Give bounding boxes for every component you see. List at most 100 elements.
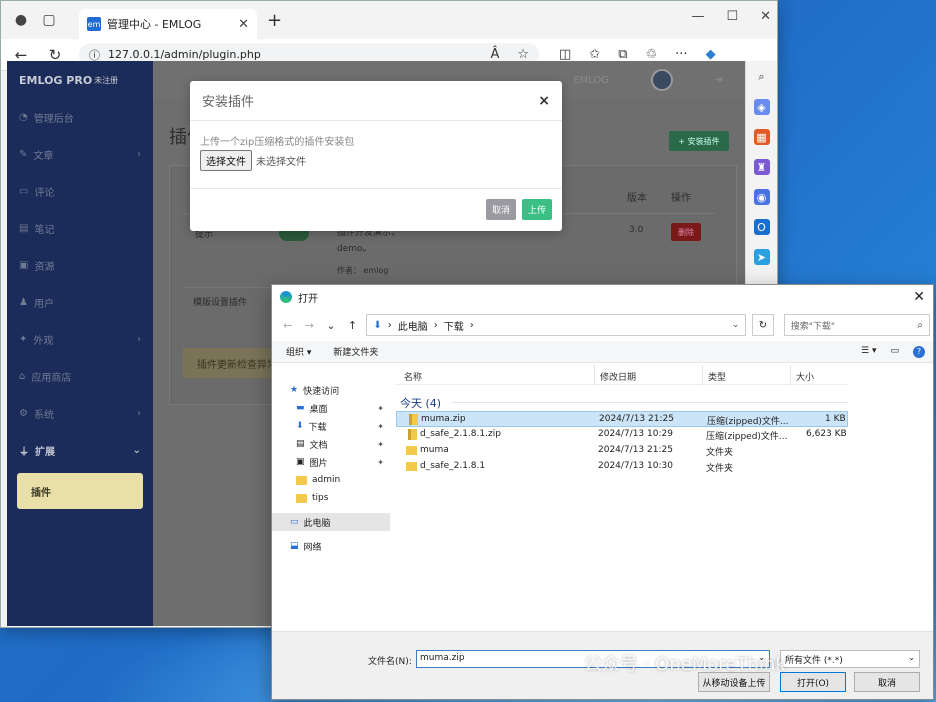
sidebar-item-notes[interactable]: ▤ 笔记 [7, 210, 153, 247]
cancel-button[interactable]: 取消 [485, 199, 516, 220]
group-header[interactable]: 今天 (4) [396, 391, 848, 411]
extensions-icon[interactable]: ♲ [646, 47, 658, 62]
upload-button[interactable]: 上传 [521, 199, 552, 220]
maximize-icon[interactable]: ☐ [726, 9, 738, 24]
nav-desktop[interactable]: ▬ 桌面 ✦ [272, 399, 390, 417]
new-tab-icon[interactable]: + [267, 10, 282, 31]
sidebar-item-users[interactable]: ♟ 用户 [7, 284, 153, 321]
chevron-down-icon[interactable]: ⌄ [732, 320, 740, 330]
back-icon[interactable]: ← [280, 319, 296, 332]
sidebar-label: 应用商店 [31, 373, 72, 384]
url-text[interactable]: 127.0.0.1/admin/plugin.php [108, 48, 482, 61]
nav-admin[interactable]: admin [272, 471, 390, 489]
file-size: 1 KB [825, 414, 846, 424]
organize-button[interactable]: 组织 ▾ [286, 345, 311, 358]
brand-tag: 未注册 [94, 75, 119, 85]
nav-tips[interactable]: tips [272, 489, 390, 507]
avatar[interactable] [651, 69, 673, 91]
close-window-icon[interactable]: ✕ [760, 9, 771, 24]
minimize-icon[interactable]: — [691, 9, 704, 24]
preview-pane-icon[interactable]: ▭ [890, 346, 899, 358]
outlook-icon[interactable]: O [753, 219, 770, 235]
appearance-icon: ✦ [19, 334, 28, 345]
send-icon[interactable]: ➤ [753, 249, 770, 265]
file-row[interactable]: muma.zip 2024/7/13 21:25 压缩(zipped)文件...… [396, 411, 848, 427]
picture-icon: ▣ [296, 457, 305, 467]
logout-icon[interactable]: ⇥ [714, 73, 723, 86]
install-plugin-button[interactable]: + 安装插件 [669, 131, 729, 151]
column-name[interactable]: 名称 [404, 370, 422, 383]
up-icon[interactable]: ↑ [345, 319, 361, 332]
sidebar-item-comments[interactable]: ▭ 评论 [7, 173, 153, 210]
file-type: 压缩(zipped)文件... [706, 432, 788, 442]
plugin-name[interactable]: 模版设置插件 [193, 295, 247, 308]
sidebar-label: 文章 [33, 151, 54, 162]
sidebar-item-appearance[interactable]: ✦ 外观 › [7, 321, 153, 358]
sidebar-item-resources[interactable]: ▣ 资源 [7, 247, 153, 284]
tag-icon[interactable]: ◈ [753, 99, 770, 115]
new-folder-button[interactable]: 新建文件夹 [333, 345, 378, 358]
sidebar-item-extensions[interactable]: ⏚ 扩展 ⌄ [7, 432, 153, 469]
file-row[interactable]: d_safe_2.1.8.1.zip 2024/7/13 10:29 压缩(zi… [396, 427, 848, 443]
choose-file-button[interactable]: 选择文件 [200, 150, 252, 171]
close-icon[interactable]: ✕ [913, 289, 925, 305]
games-icon[interactable]: ♜ [753, 159, 770, 175]
toolbox-icon[interactable]: ▦ [753, 129, 770, 145]
site-link[interactable]: EMLOG [573, 75, 609, 86]
profile-icon[interactable]: ● [9, 8, 33, 32]
filetype-select[interactable]: 所有文件 (*.*) ⌄ [780, 650, 920, 668]
favorites-icon[interactable]: ✩ [589, 47, 600, 62]
nav-this-pc[interactable]: ▭ 此电脑 [272, 513, 390, 531]
search-placeholder: 搜索"下载" [790, 321, 836, 332]
close-icon[interactable]: × [538, 93, 550, 109]
close-tab-icon[interactable]: ✕ [238, 17, 249, 32]
favorite-star-icon[interactable]: ☆ [517, 47, 529, 62]
refresh-icon[interactable]: ↻ [752, 314, 774, 336]
nav-label: 快速访问 [303, 386, 340, 397]
browser-tab[interactable]: em 管理中心 - EMLOG ✕ [79, 9, 257, 39]
search-icon[interactable]: ⌕ [754, 69, 770, 85]
gear-icon: ⚙ [19, 408, 28, 419]
search-input[interactable]: 搜索"下载" ⌕ [783, 314, 930, 336]
file-row[interactable]: d_safe_2.1.8.1 2024/7/13 10:30 文件夹 [396, 459, 848, 475]
split-screen-icon[interactable]: ◫ [559, 47, 571, 62]
author-label-text: 作者： [337, 266, 361, 275]
file-row[interactable]: muma 2024/7/13 21:25 文件夹 [396, 443, 848, 459]
file-name: d_safe_2.1.8.1 [420, 461, 486, 471]
collections-icon[interactable]: ⧉ [618, 47, 627, 62]
download-icon: ⬇ [373, 319, 382, 331]
open-button[interactable]: 打开(O) [780, 672, 846, 692]
nav-network[interactable]: ⬓ 网络 [272, 537, 390, 555]
nav-quick-access[interactable]: ★ 快速访问 [272, 381, 390, 399]
network-icon: ⬓ [290, 541, 299, 551]
sidebar-item-system[interactable]: ⚙ 系统 › [7, 395, 153, 432]
forward-icon[interactable]: → [302, 319, 318, 332]
office-icon[interactable]: ◉ [753, 189, 770, 205]
install-plugin-modal: 安装插件 × 上传一个zip压缩格式的插件安装包 选择文件 未选择文件 取消 上… [190, 81, 562, 231]
column-size[interactable]: 大小 [796, 370, 814, 383]
sidebar-item-dashboard[interactable]: ◔ 管理后台 [7, 99, 153, 136]
read-aloud-icon[interactable]: Â [490, 47, 499, 62]
author-link[interactable]: emlog [364, 266, 389, 275]
chevron-down-icon: ⌄ [132, 445, 141, 456]
more-icon[interactable]: ··· [675, 47, 687, 62]
sidebar-item-plugins[interactable]: 插件 [17, 473, 143, 509]
column-date[interactable]: 修改日期 [600, 370, 636, 383]
tab-actions-icon[interactable]: ▢ [37, 8, 61, 32]
breadcrumb-item[interactable]: 此电脑 [398, 318, 428, 333]
nav-downloads[interactable]: ⬇ 下载 ✦ [272, 417, 390, 435]
help-icon[interactable]: ? [913, 345, 925, 358]
column-type[interactable]: 类型 [708, 370, 726, 383]
cancel-button[interactable]: 取消 [854, 672, 920, 692]
path-bar[interactable]: ⬇ › 此电脑 › 下载 › ⌄ [366, 314, 747, 336]
sidebar-item-store[interactable]: ⌂ 应用商店 [7, 358, 153, 395]
zip-icon [408, 429, 417, 440]
view-options-icon[interactable]: ☰ ▾ [861, 346, 876, 358]
delete-button[interactable]: 删除 [671, 223, 701, 241]
sidebar-item-articles[interactable]: ✎ 文章 › [7, 136, 153, 173]
nav-pictures[interactable]: ▣ 图片 ✦ [272, 453, 390, 471]
chevron-down-icon[interactable]: ⌄ [323, 319, 339, 332]
nav-documents[interactable]: ▤ 文档 ✦ [272, 435, 390, 453]
breadcrumb-item[interactable]: 下载 [444, 318, 464, 333]
copilot-icon[interactable]: ◆ [706, 47, 716, 62]
